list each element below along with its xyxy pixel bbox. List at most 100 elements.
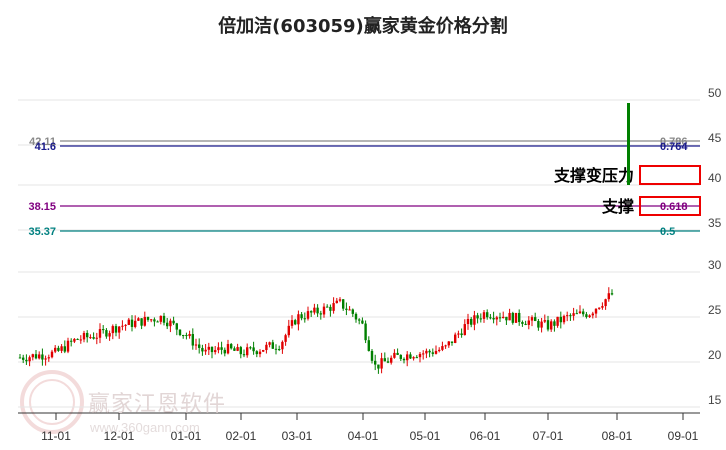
candle-body xyxy=(594,308,598,314)
candle-body xyxy=(313,307,316,313)
candle-body xyxy=(246,347,249,356)
candle-body xyxy=(422,353,425,355)
candle-body xyxy=(537,321,540,328)
candle-body xyxy=(63,346,66,352)
candle-body xyxy=(367,340,370,351)
candle-body xyxy=(73,338,76,342)
candle-body xyxy=(239,347,242,355)
candle-body xyxy=(610,293,614,295)
candle-body xyxy=(607,293,610,300)
candle-body xyxy=(76,338,79,340)
candle-body xyxy=(86,332,89,338)
candle-body xyxy=(482,312,486,319)
candle-body xyxy=(415,357,418,359)
candle-body xyxy=(591,313,594,316)
candle-body xyxy=(98,329,102,338)
candle-body xyxy=(303,318,306,320)
level-tag: 支撑变压力 xyxy=(553,166,634,185)
candle-body xyxy=(220,347,223,350)
candle-body xyxy=(102,329,105,331)
candle-body xyxy=(284,335,287,342)
candle-body xyxy=(95,337,98,339)
candle-body xyxy=(588,315,591,318)
candle-body xyxy=(108,333,111,337)
candle-body xyxy=(425,350,428,354)
candle-body xyxy=(489,317,492,319)
candle-body xyxy=(230,344,233,349)
candle-body xyxy=(34,354,38,359)
candle-body xyxy=(460,333,463,336)
candle-body xyxy=(470,318,473,325)
x-tick-label: 06-01 xyxy=(470,429,501,443)
x-tick-label: 05-01 xyxy=(410,429,441,443)
candle-body xyxy=(47,357,50,359)
candle-body xyxy=(418,353,422,358)
candle-body xyxy=(143,316,146,326)
candle-body xyxy=(338,299,342,301)
x-tick-label: 03-01 xyxy=(282,429,313,443)
candle-body xyxy=(124,324,127,326)
candle-body xyxy=(447,341,450,346)
candle-body xyxy=(156,321,159,323)
candle-body xyxy=(290,320,294,326)
candle-body xyxy=(386,361,390,363)
candle-body xyxy=(258,351,262,355)
candle-body xyxy=(210,346,214,353)
candle-body xyxy=(44,358,47,360)
candle-body xyxy=(444,345,447,347)
candle-body xyxy=(374,360,377,365)
candle-body xyxy=(207,346,210,350)
candle-body xyxy=(530,317,534,321)
candle-body xyxy=(217,347,220,351)
candle-body xyxy=(390,357,393,363)
candle-body xyxy=(188,334,191,337)
spike-candle xyxy=(627,103,630,185)
candle-body xyxy=(486,312,489,318)
candle-body xyxy=(127,319,130,325)
candle-body xyxy=(572,313,575,316)
candle-body xyxy=(306,311,310,319)
candle-body xyxy=(358,319,361,321)
candle-body xyxy=(114,326,118,333)
x-tick-label: 07-01 xyxy=(533,429,564,443)
candle-body xyxy=(492,317,495,320)
candle-body xyxy=(214,350,217,353)
candle-body xyxy=(60,346,63,351)
candle-body xyxy=(441,346,444,350)
candle-body xyxy=(428,350,431,353)
watermark-name: 赢家江恩软件 xyxy=(88,392,227,417)
candle-body xyxy=(70,340,73,342)
candle-body xyxy=(326,306,329,308)
candle-body xyxy=(194,344,198,346)
candle-body xyxy=(351,309,354,314)
candle-body xyxy=(540,321,543,328)
candle-body xyxy=(585,314,588,318)
candle-body xyxy=(268,342,271,345)
candle-body xyxy=(370,350,374,361)
candle-body xyxy=(508,312,511,321)
candle-body xyxy=(342,299,345,309)
candle-body xyxy=(553,321,556,326)
candle-body xyxy=(204,349,207,352)
candle-body xyxy=(438,349,441,351)
candle-body xyxy=(178,329,182,336)
candle-body xyxy=(31,354,34,358)
x-tick-label: 04-01 xyxy=(348,429,379,443)
candle-body xyxy=(521,322,524,324)
candle-body xyxy=(406,354,409,361)
x-tick-label: 11-01 xyxy=(41,429,71,443)
candle-body xyxy=(130,319,134,327)
candle-body xyxy=(396,352,399,355)
candle-body xyxy=(546,320,550,330)
candle-body xyxy=(118,326,121,333)
x-tick-label: 08-01 xyxy=(602,429,633,443)
candle-body xyxy=(92,337,95,339)
candle-body xyxy=(527,320,530,325)
candle-body xyxy=(457,333,460,335)
candle-body xyxy=(111,326,114,334)
candle-body xyxy=(172,320,175,324)
fib-level-ratio: 0.618 xyxy=(660,201,688,213)
candle-body xyxy=(479,318,482,320)
candle-body xyxy=(236,347,239,351)
candle-body xyxy=(335,300,338,304)
